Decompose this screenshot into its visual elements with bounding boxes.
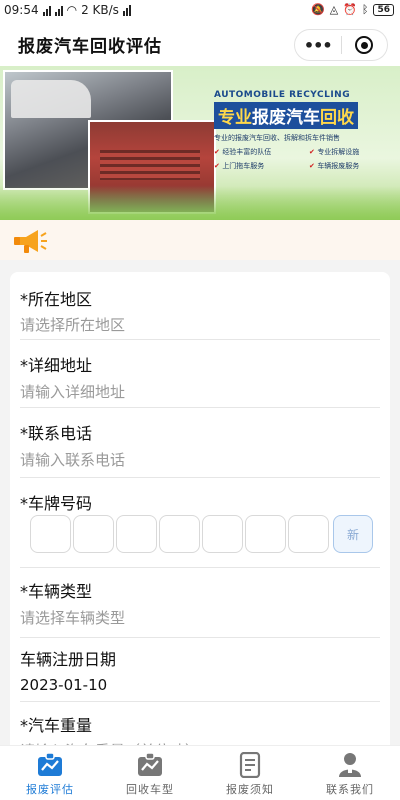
tab-assessment[interactable]: 报废评估 <box>0 746 100 800</box>
address-input[interactable]: 请输入详细地址 <box>20 381 125 402</box>
clock: 09:54 <box>4 3 39 17</box>
plate-char-box[interactable] <box>73 515 114 553</box>
phone-field[interactable]: *联系电话 请输入联系电话 <box>20 408 380 478</box>
notice-bar <box>0 220 400 260</box>
banner-en-title: AUTOMOBILE RECYCLING <box>214 90 351 100</box>
nav-bar: 报废汽车回收评估 ••• <box>0 22 400 66</box>
chart-board-icon <box>38 752 62 776</box>
tab-label: 联系我们 <box>326 783 374 796</box>
tab-recycle-models[interactable]: 回收车型 <box>100 746 200 800</box>
plate-char-box[interactable] <box>202 515 243 553</box>
tab-contact[interactable]: 联系我们 <box>300 746 400 800</box>
plate-char-box[interactable] <box>30 515 71 553</box>
phone-input[interactable]: 请输入联系电话 <box>20 449 125 470</box>
wifi-icon: ◠ <box>66 3 78 17</box>
vehicle-type-label: *车辆类型 <box>20 582 93 601</box>
tab-label: 报废评估 <box>26 783 74 796</box>
feature-item: 上门拖车服务 <box>214 161 303 171</box>
plate-char-box[interactable] <box>245 515 286 553</box>
banner-features: 经验丰富的队伍 专业拆解设施 上门拖车服务 车辆报废服务 <box>214 147 398 171</box>
plate-char-box[interactable] <box>288 515 329 553</box>
plate-input-row: 新 <box>30 515 373 553</box>
megaphone-icon <box>14 230 47 253</box>
tab-notice[interactable]: 报废须知 <box>200 746 300 800</box>
vehicle-type-field[interactable]: *车辆类型 请选择车辆类型 <box>20 568 380 638</box>
address-field[interactable]: *详细地址 请输入详细地址 <box>20 340 380 408</box>
target-circle-icon <box>355 36 374 54</box>
region-label: *所在地区 <box>20 290 93 309</box>
person-icon <box>339 753 361 777</box>
status-bar: 09:54 ◠ 2 KB/s 🔕 ◬ ⏰ ᛒ 56 <box>0 0 400 22</box>
mute-bell-icon: 🔕 <box>310 3 325 16</box>
signal-icon <box>42 5 51 16</box>
banner[interactable]: AUTOMOBILE RECYCLING 专业报废汽车回收 专业的报废汽车回收、… <box>0 66 400 220</box>
document-icon <box>239 752 261 778</box>
banner-slogan: 专业的报废汽车回收、拆解和拆车件销售 <box>214 134 340 142</box>
banner-cn-title: 专业报废汽车回收 <box>214 102 358 129</box>
weight-label: *汽车重量 <box>20 716 93 735</box>
assessment-form: *所在地区 请选择所在地区 *详细地址 请输入详细地址 *联系电话 请输入联系电… <box>10 272 390 752</box>
banner-text-panel: AUTOMOBILE RECYCLING 专业报废汽车回收 专业的报废汽车回收、… <box>214 90 398 190</box>
battery-icon: 56 <box>373 3 394 16</box>
reg-date-label: 车辆注册日期 <box>20 650 117 669</box>
bluetooth-icon: ᛒ <box>361 3 369 16</box>
bottom-tabbar: 报废评估 回收车型 报废须知 联系我们 <box>0 745 400 800</box>
banner-grass <box>0 186 400 220</box>
page-title: 报废汽车回收评估 <box>18 37 162 57</box>
plate-char-box[interactable] <box>159 515 200 553</box>
phone-label: *联系电话 <box>20 424 93 443</box>
feature-item: 车辆报废服务 <box>309 161 398 171</box>
new-energy-plate-box[interactable]: 新 <box>333 515 373 553</box>
vehicle-type-select[interactable]: 请选择车辆类型 <box>20 607 125 628</box>
reg-date-field[interactable]: 车辆注册日期 2023-01-10 <box>20 638 380 702</box>
chart-board-icon <box>138 752 162 776</box>
nfc-icon: ◬ <box>329 3 339 16</box>
feature-item: 经验丰富的队伍 <box>214 147 303 157</box>
tab-label: 回收车型 <box>126 783 174 796</box>
network-speed: 2 KB/s <box>81 3 119 17</box>
feature-item: 专业拆解设施 <box>309 147 398 157</box>
close-button[interactable] <box>341 36 387 54</box>
address-label: *详细地址 <box>20 356 93 375</box>
tab-label: 报废须知 <box>226 783 274 796</box>
region-select[interactable]: 请选择所在地区 <box>20 314 125 335</box>
reg-date-picker[interactable]: 2023-01-10 <box>20 676 107 694</box>
plate-char-box[interactable] <box>116 515 157 553</box>
miniprogram-capsule: ••• <box>294 29 388 61</box>
hd-signal-icon <box>122 4 131 16</box>
alarm-icon: ⏰ <box>343 3 357 16</box>
plate-label: *车牌号码 <box>20 494 93 513</box>
region-field[interactable]: *所在地区 请选择所在地区 <box>20 272 380 340</box>
more-dots-icon[interactable]: ••• <box>295 36 341 55</box>
signal-2-icon <box>54 5 63 16</box>
